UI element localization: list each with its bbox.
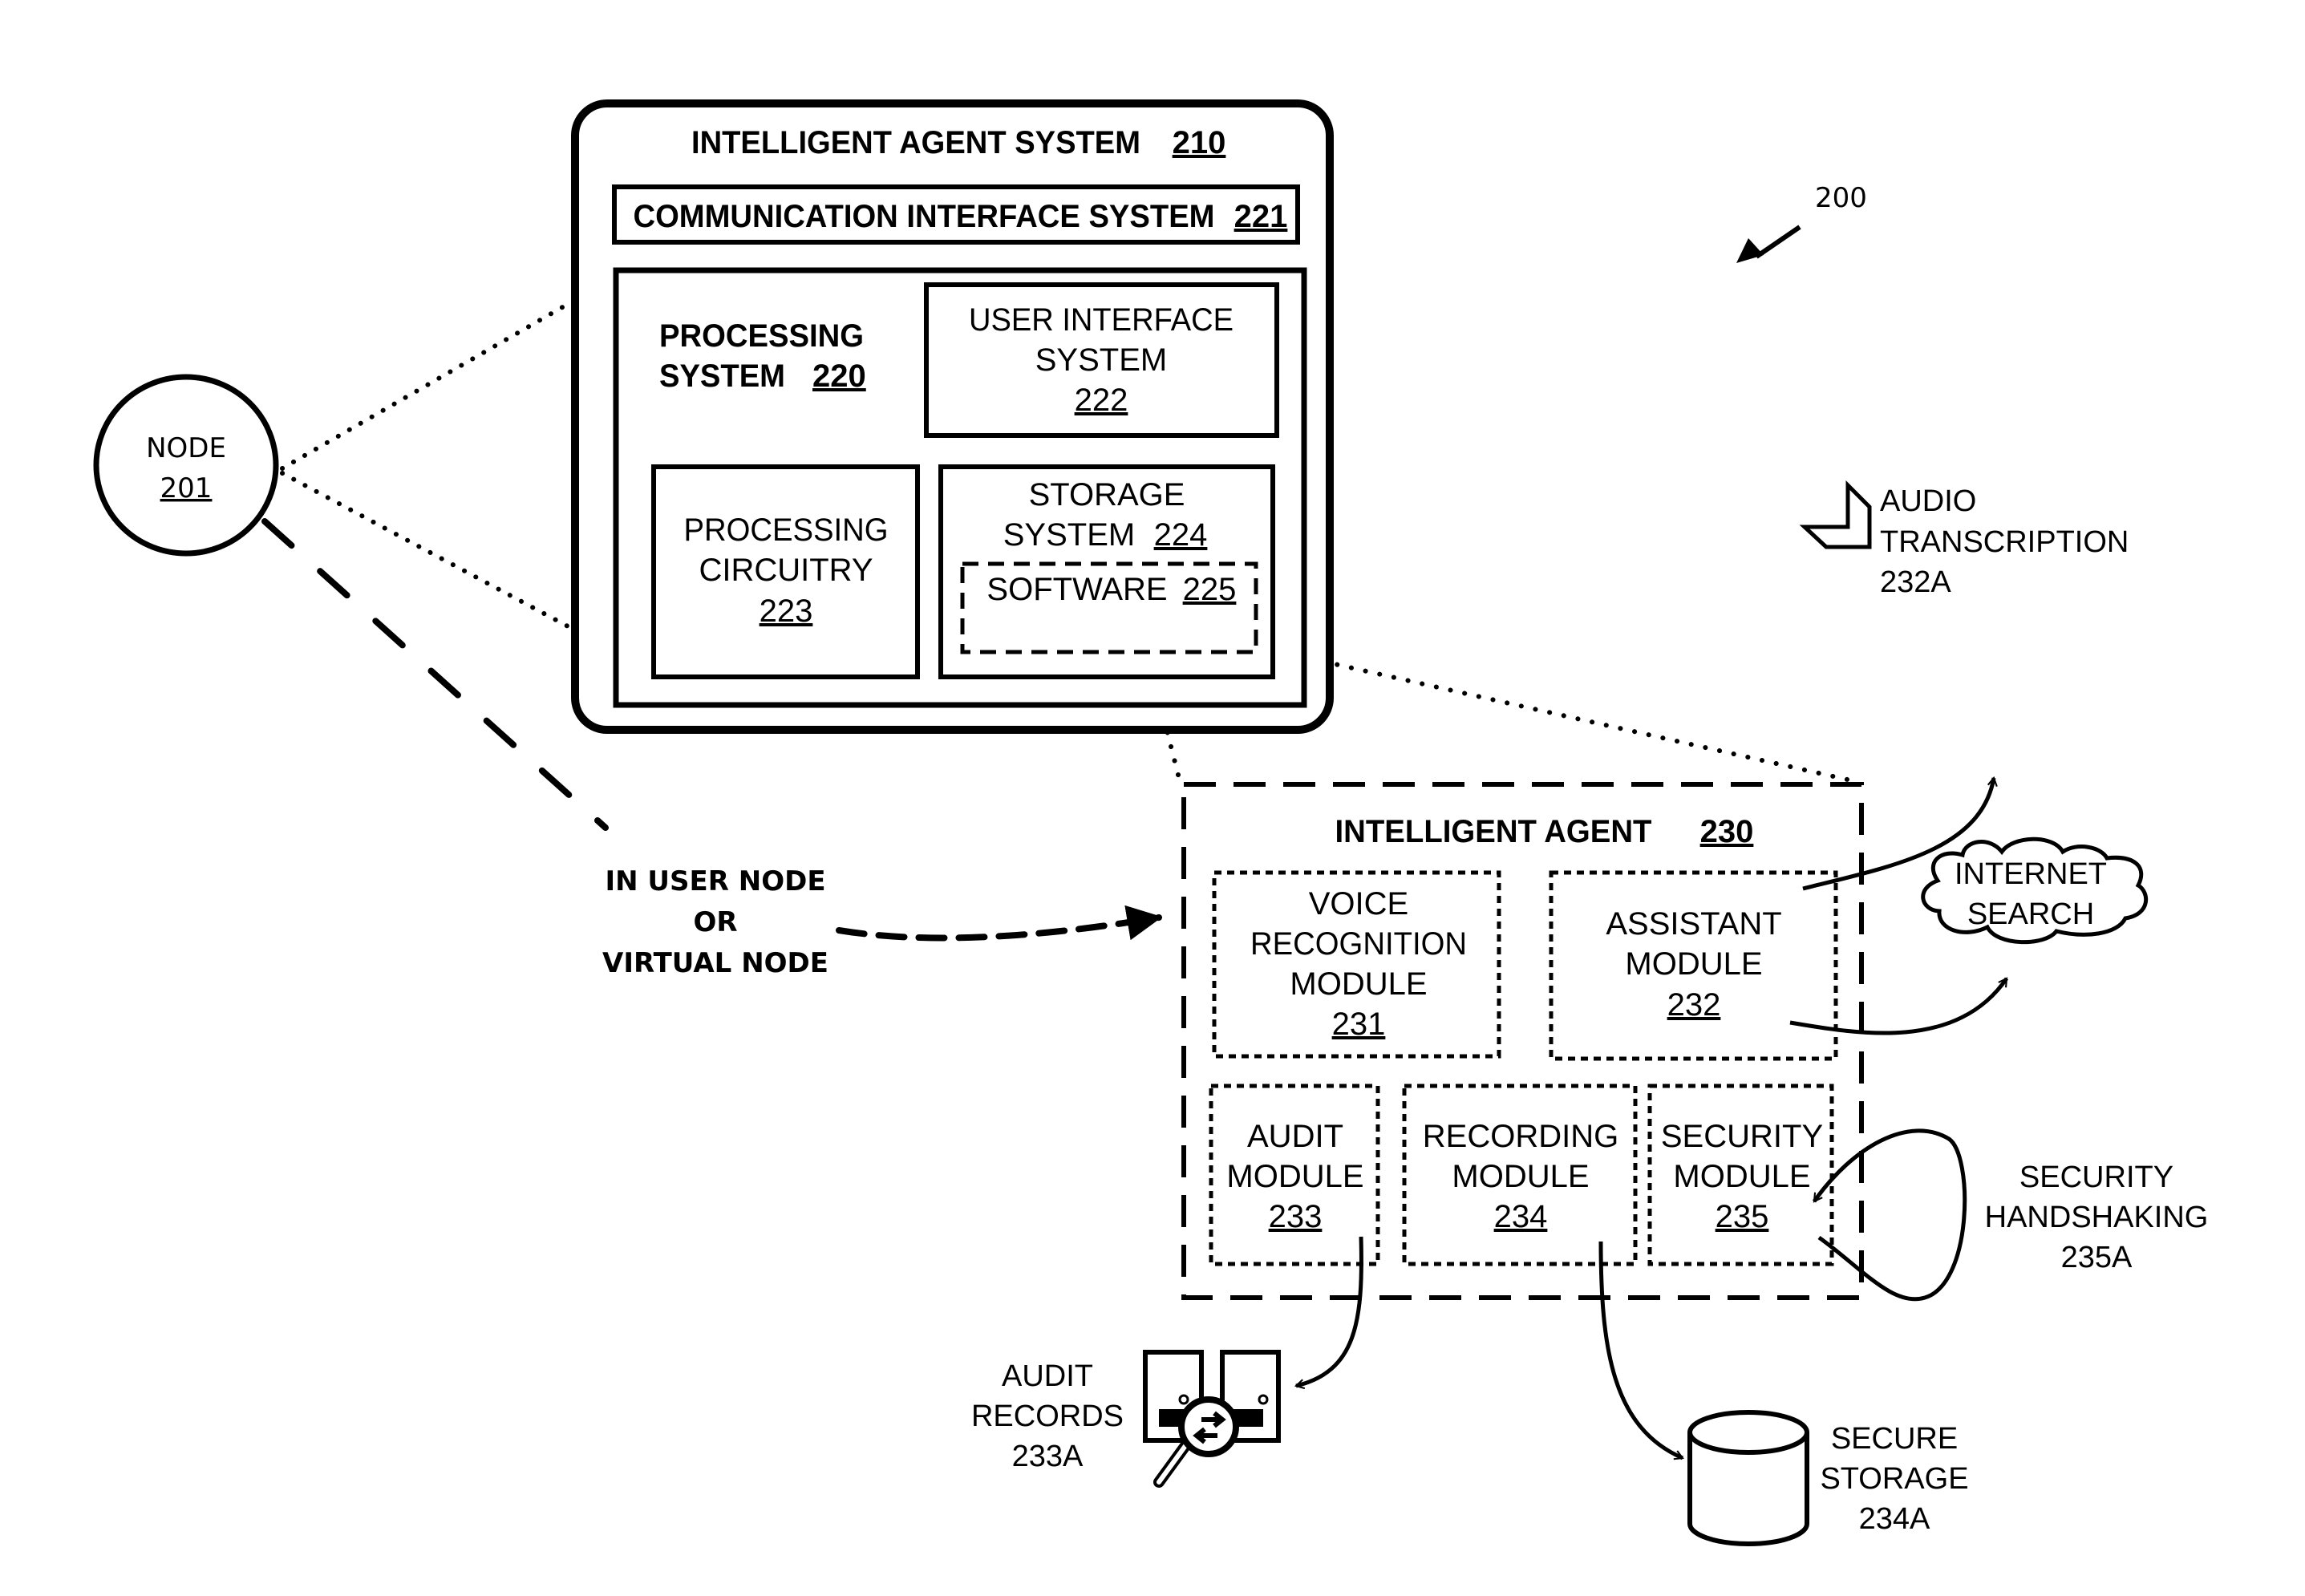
audit-module-233[interactable]: AUDIT MODULE 233 [1209, 1084, 1380, 1266]
audit-records-ref: 233A [1012, 1440, 1084, 1473]
assistant-label-2: MODULE [1625, 946, 1762, 982]
storage-label-2: SYSTEM [1003, 517, 1135, 553]
circuitry-ref: 223 [760, 593, 813, 629]
audio-transcription-label-1: AUDIO [1880, 484, 1976, 518]
recording-module-234[interactable]: RECORDING MODULE 234 [1402, 1084, 1638, 1266]
ui-system-label-1: USER INTERFACE [969, 302, 1234, 338]
handshaking-label-1: SECURITY [2019, 1161, 2173, 1194]
security-handshaking-loop-arrow [1812, 1128, 1967, 1302]
ui-system-ref: 222 [1075, 383, 1128, 418]
internet-search[interactable]: INTERNET SEARCH [1921, 836, 2149, 945]
audio-transcription-232a[interactable]: AUDIO TRANSCRIPTION 232A [1799, 480, 2129, 599]
system-diagram-200: 200 NODE 201 IN USER NODE OR VIRTUAL NOD… [93, 99, 2209, 1546]
audit-records-label-1: AUDIT [1002, 1359, 1093, 1393]
audit-records-233a[interactable]: AUDIT RECORDS 233A [971, 1350, 1281, 1488]
security-ref: 235 [1716, 1199, 1769, 1234]
handshaking-ref: 235A [2061, 1241, 2133, 1274]
intelligent-agent-230[interactable]: INTELLIGENT AGENT 230 VOICE RECOGNITION … [1181, 782, 1864, 1300]
connector-label-line-2: OR [693, 906, 737, 938]
processing-system-220[interactable]: PROCESSING SYSTEM 220 USER INTERFACE SYS… [613, 267, 1307, 708]
agent-ref: 230 [1700, 814, 1754, 849]
connector-dashed-arrow [836, 905, 1163, 942]
secure-storage-ref: 234A [1859, 1502, 1930, 1536]
connector-label-line-1: IN USER NODE [605, 865, 825, 897]
connector-label-line-3: VIRTUAL NODE [602, 947, 828, 979]
node-201[interactable]: NODE 201 [93, 374, 279, 557]
document-fold-icon [1799, 480, 1872, 549]
security-label-1: SECURITY [1661, 1119, 1823, 1154]
voice-recognition-module-231[interactable]: VOICE RECOGNITION MODULE 231 [1212, 870, 1501, 1059]
comm-interface-label: COMMUNICATION INTERFACE SYSTEM [634, 199, 1215, 234]
software-ref: 225 [1183, 572, 1237, 607]
assistant-to-internet-arrow [1789, 977, 2009, 1035]
storage-ref: 224 [1154, 517, 1208, 553]
system-ref: 210 [1173, 125, 1226, 160]
secure-storage-234a[interactable]: SECURE STORAGE 234A [1687, 1410, 1969, 1546]
node-ref: 201 [160, 472, 213, 504]
handshaking-label-2: HANDSHAKING [1985, 1201, 2209, 1234]
voice-label-2: RECOGNITION [1250, 926, 1467, 962]
security-label-2: MODULE [1673, 1159, 1810, 1194]
assistant-ref: 232 [1667, 987, 1721, 1023]
comm-interface-ref: 221 [1234, 199, 1288, 234]
recording-label-2: MODULE [1452, 1159, 1589, 1194]
assistant-module-232[interactable]: ASSISTANT MODULE 232 [1549, 870, 1838, 1061]
voice-label-3: MODULE [1290, 966, 1427, 1002]
processing-circuitry-223[interactable]: PROCESSING CIRCUITRY 223 [651, 464, 920, 679]
audit-ref: 233 [1269, 1199, 1323, 1234]
audio-transcription-ref: 232A [1880, 565, 1951, 599]
connector-label: IN USER NODE OR VIRTUAL NODE [602, 865, 828, 979]
recording-ref: 234 [1494, 1199, 1548, 1234]
ui-system-label-2: SYSTEM [1035, 342, 1167, 378]
circuitry-label-1: PROCESSING [684, 512, 889, 548]
agent-title: INTELLIGENT AGENT [1335, 814, 1652, 849]
processing-system-label-2: SYSTEM [659, 358, 785, 394]
processing-system-label-1: PROCESSING [659, 318, 864, 354]
intelligent-agent-system-210[interactable]: INTELLIGENT AGENT SYSTEM 210 COMMUNICATI… [571, 99, 1334, 734]
database-cylinder-icon [1687, 1410, 1809, 1546]
software-label: SOFTWARE [986, 572, 1167, 607]
figure-ref-arrow-icon [1736, 225, 1801, 263]
node-to-agent-dashed-line [261, 518, 609, 831]
security-handshaking-235a: SECURITY HANDSHAKING 235A [1985, 1161, 2209, 1274]
secure-storage-label-2: STORAGE [1820, 1462, 1968, 1496]
voice-label-1: VOICE [1309, 886, 1408, 922]
secure-storage-label-1: SECURE [1831, 1422, 1958, 1456]
circuitry-label-2: CIRCUITRY [699, 553, 873, 588]
recording-label-1: RECORDING [1423, 1119, 1618, 1154]
processing-system-ref: 220 [812, 358, 866, 394]
storage-system-224[interactable]: STORAGE SYSTEM 224 SOFTWARE 225 [938, 464, 1275, 679]
figure-ref-label: 200 [1815, 182, 1867, 214]
storage-label-1: STORAGE [1029, 477, 1185, 512]
audit-records-magnifier-icon [1143, 1350, 1281, 1488]
recording-to-storage-arrow [1598, 1241, 1684, 1460]
audit-label-2: MODULE [1226, 1159, 1363, 1194]
internet-search-label-1: INTERNET [1955, 857, 2107, 891]
audio-transcription-label-2: TRANSCRIPTION [1880, 525, 2129, 559]
internet-search-label-2: SEARCH [1967, 897, 2094, 931]
security-module-235[interactable]: SECURITY MODULE 235 [1647, 1084, 1834, 1266]
system-title: INTELLIGENT AGENT SYSTEM [691, 125, 1140, 160]
node-label: NODE [146, 432, 226, 464]
audit-records-label-2: RECORDS [971, 1400, 1124, 1433]
assistant-label-1: ASSISTANT [1606, 906, 1781, 942]
communication-interface-system-221[interactable]: COMMUNICATION INTERFACE SYSTEM 221 [612, 184, 1300, 245]
audit-to-records-arrow [1294, 1236, 1363, 1390]
voice-ref: 231 [1332, 1007, 1386, 1042]
user-interface-system-222[interactable]: USER INTERFACE SYSTEM 222 [924, 282, 1279, 438]
audit-label-1: AUDIT [1247, 1119, 1343, 1154]
